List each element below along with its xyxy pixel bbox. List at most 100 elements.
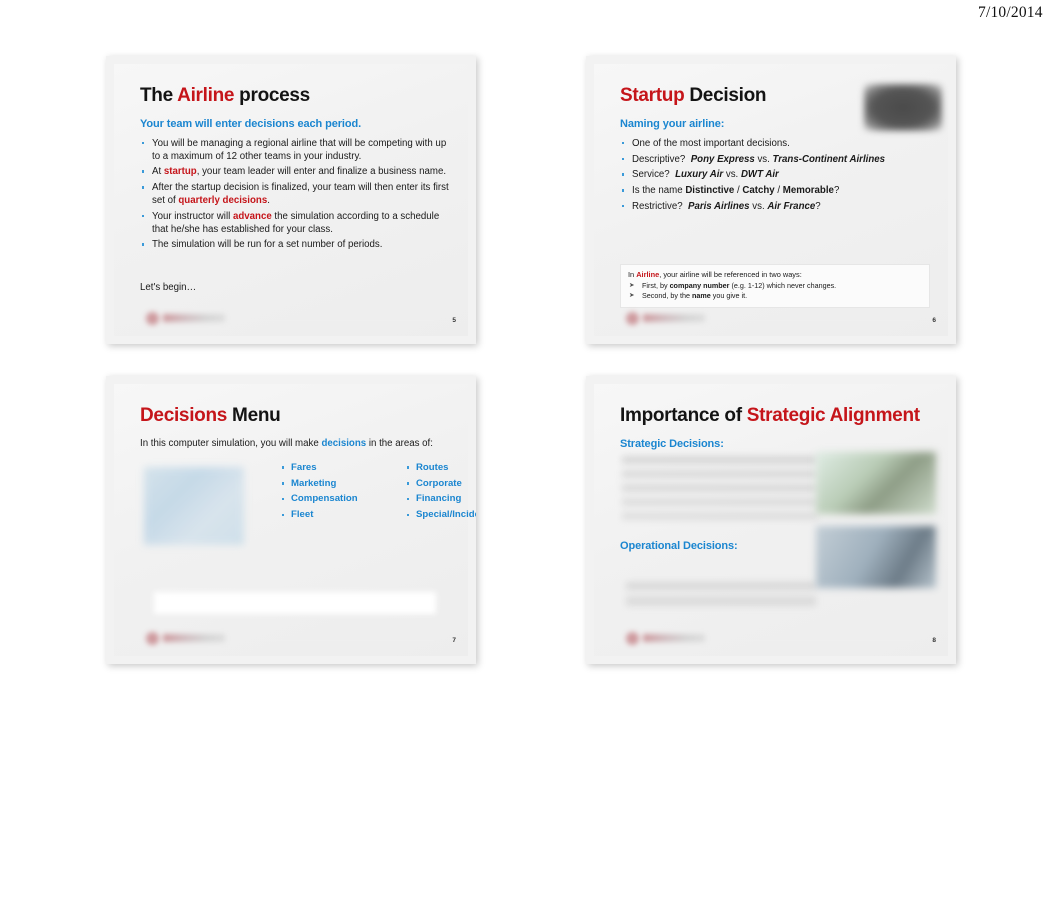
trait-catchy: Catchy xyxy=(742,185,775,197)
label-operational-decisions: Operational Decisions: xyxy=(620,539,738,552)
decision-item-fleet[interactable]: Fleet xyxy=(280,510,375,520)
slide-thumbnail-startup-decision[interactable]: Startup Decision Naming your airline: On… xyxy=(586,56,956,344)
slide-footer: 8 xyxy=(612,626,938,648)
callout-lead-pre: In xyxy=(628,270,637,279)
slide-canvas: Importance of Strategic Alignment Strate… xyxy=(594,384,948,656)
logo-wordmark xyxy=(163,314,225,322)
slide-title: Importance of Strategic Alignment xyxy=(620,405,930,427)
intro-line: In this computer simulation, you will ma… xyxy=(140,438,450,449)
brand-logo-icon xyxy=(146,631,236,646)
slide-subtitle: Your team will enter decisions each peri… xyxy=(140,117,362,130)
logo-mark-icon xyxy=(626,312,639,325)
example-luxury-air: Luxury Air xyxy=(675,169,724,181)
slide-title-prefix: Importance of xyxy=(620,405,747,426)
bullet-item: You will be managing a regional airline … xyxy=(140,138,450,164)
page-header: 7/10/2014 xyxy=(0,0,1062,34)
callout-list: First, by company number (e.g. 1-12) whi… xyxy=(628,281,922,301)
bullet-item: The simulation will be run for a set num… xyxy=(140,239,450,252)
slide-number: 8 xyxy=(932,637,936,644)
header-date: 7/10/2014 xyxy=(978,4,1043,21)
slide-number: 5 xyxy=(452,317,456,324)
slide-content: Startup Decision Naming your airline: On… xyxy=(620,85,930,326)
slide-title: Startup Decision xyxy=(620,85,930,107)
highlight-quarterly-decisions: quarterly decisions xyxy=(178,195,268,207)
bullet-item: After the startup decision is finalized,… xyxy=(140,182,450,208)
callout-item: First, by company number (e.g. 1-12) whi… xyxy=(628,281,922,291)
slide-title-accent: Airline xyxy=(177,85,235,106)
callout-lead-accent: Airline xyxy=(636,270,660,279)
decision-item-marketing[interactable]: Marketing xyxy=(280,479,375,489)
decision-item-routes[interactable]: Routes xyxy=(405,463,476,473)
callout-item-post: you give it. xyxy=(710,291,748,301)
bullet-item: Is the name Distinctive / Catchy / Memor… xyxy=(620,185,930,198)
decision-item-fares[interactable]: Fares xyxy=(280,463,375,473)
example-trans-continent-airlines: Trans-Continent Airlines xyxy=(772,153,886,165)
example-air-france: Air France xyxy=(767,201,816,213)
closing-line: Let's begin… xyxy=(140,282,197,294)
callout-lead-post: , your airline will be referenced in two… xyxy=(659,270,802,279)
slide-title: The Airline process xyxy=(140,85,450,107)
slide-title-prefix: The xyxy=(140,85,178,106)
slide-canvas: The Airline process Your team will enter… xyxy=(114,64,468,336)
callout-lead: In Airline, your airline will be referen… xyxy=(628,270,922,279)
slide-thumbnail-strategic-alignment[interactable]: Importance of Strategic Alignment Strate… xyxy=(586,376,956,664)
slide-title-accent: Decisions xyxy=(140,405,228,426)
slide-title: Decisions Menu xyxy=(140,405,450,427)
callout-item-pre: First, by xyxy=(642,281,670,290)
trait-memorable: Memorable xyxy=(782,185,834,197)
callout-item-bold: name xyxy=(691,291,711,301)
example-dwt-air: DWT Air xyxy=(740,169,779,181)
strategic-alignment-body: Strategic Decisions: Operational Decisio… xyxy=(620,437,936,638)
decisions-screenshot-thumbnail xyxy=(144,466,244,545)
slide-title-accent: Strategic Alignment xyxy=(746,405,920,426)
slide-content: Decisions Menu In this computer simulati… xyxy=(140,405,476,646)
brand-logo-icon xyxy=(626,631,716,646)
decision-item-corporate[interactable]: Corporate xyxy=(405,479,476,489)
logo-wordmark xyxy=(643,314,705,322)
slide-title-suffix: process xyxy=(234,85,310,106)
example-pony-express: Pony Express xyxy=(690,153,755,165)
decision-item-compensation[interactable]: Compensation xyxy=(280,494,375,504)
slide-footer: 7 xyxy=(132,626,458,648)
decision-item-financing[interactable]: Financing xyxy=(405,494,476,504)
slide-thumbnail-airline-process[interactable]: The Airline process Your team will enter… xyxy=(106,56,476,344)
intro-post: in the areas of: xyxy=(366,437,433,449)
logo-mark-icon xyxy=(146,632,159,645)
callout-item-post: (e.g. 1-12) which never changes. xyxy=(729,281,837,290)
slide-content: Importance of Strategic Alignment Strate… xyxy=(620,405,936,646)
intro-pre: In this computer simulation, you will ma… xyxy=(140,437,322,449)
bullet-item: Descriptive? Pony Express vs. Trans-Cont… xyxy=(620,154,930,167)
highlight-startup: startup xyxy=(163,166,197,178)
footer-divider xyxy=(236,640,434,641)
blurred-strategic-text xyxy=(622,455,818,530)
slide-number: 7 xyxy=(452,637,456,644)
decisions-column-2: Routes Corporate Financing Special/Incid… xyxy=(405,463,476,526)
bullet-list: You will be managing a regional airline … xyxy=(140,138,450,252)
brand-logo-icon xyxy=(146,311,236,326)
decision-item-special-incidents[interactable]: Special/Incidents xyxy=(405,510,476,520)
brand-logo-icon xyxy=(626,311,716,326)
decisions-menu-area: Fares Marketing Compensation Fleet Route… xyxy=(140,463,476,555)
label-strategic-decisions: Strategic Decisions: xyxy=(620,437,724,450)
footer-divider xyxy=(716,320,914,321)
footer-divider xyxy=(236,320,434,321)
blurred-operational-text xyxy=(626,571,816,606)
slide-title-accent: Startup xyxy=(620,85,685,106)
slide-title-suffix: Menu xyxy=(227,405,281,426)
slide-footer: 5 xyxy=(132,306,458,328)
slide-thumbnail-decisions-menu[interactable]: Decisions Menu In this computer simulati… xyxy=(106,376,476,664)
callout-box: In Airline, your airline will be referen… xyxy=(620,264,930,309)
highlight-advance: advance xyxy=(232,210,272,222)
example-paris-airlines: Paris Airlines xyxy=(688,201,750,213)
slide-canvas: Decisions Menu In this computer simulati… xyxy=(114,384,476,656)
aircraft-photo-thumbnail xyxy=(816,525,936,588)
bullet-item: Restrictive? Paris Airlines vs. Air Fran… xyxy=(620,201,930,214)
bullet-list: One of the most important decisions. Des… xyxy=(620,138,930,214)
trait-distinctive: Distinctive xyxy=(685,185,735,197)
callout-item-bold: company number xyxy=(669,281,730,290)
slide-footer: 6 xyxy=(612,306,938,328)
slide-content: The Airline process Your team will enter… xyxy=(140,85,450,326)
slide-number: 6 xyxy=(932,317,936,324)
blurred-text-strip xyxy=(154,592,436,614)
footer-divider xyxy=(716,640,914,641)
